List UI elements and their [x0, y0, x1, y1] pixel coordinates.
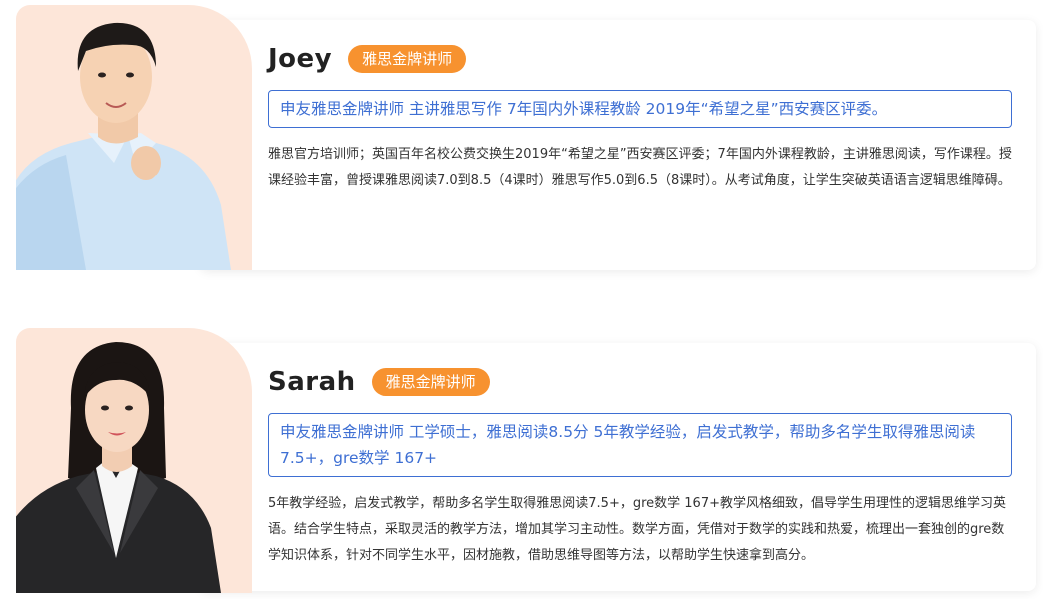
teacher-summary: 申友雅思金牌讲师 主讲雅思写作 7年国内外课程教龄 2019年“希望之星”西安赛…: [268, 90, 1012, 128]
name-row: Sarah 雅思金牌讲师: [268, 367, 490, 397]
teacher-name: Sarah: [268, 367, 356, 397]
title-badge: 雅思金牌讲师: [348, 45, 467, 73]
teacher-card-joey: Joey 雅思金牌讲师 申友雅思金牌讲师 主讲雅思写作 7年国内外课程教龄 20…: [0, 0, 1043, 270]
teacher-bio: 雅思官方培训师；英国百年名校公费交换生2019年“希望之星”西安赛区评委；7年国…: [268, 147, 1012, 188]
teacher-summary: 申友雅思金牌讲师 工学硕士，雅思阅读8.5分 5年教学经验，启发式教学，帮助多名…: [268, 413, 1012, 477]
teacher-photo: [16, 328, 252, 593]
teacher-name: Joey: [268, 44, 333, 74]
teacher-info-box: Sarah 雅思金牌讲师 申友雅思金牌讲师 工学硕士，雅思阅读8.5分 5年教学…: [200, 343, 1036, 591]
teacher-photo: [16, 5, 252, 270]
teacher-portrait-joey: [16, 22, 231, 270]
teacher-portrait-sarah: [16, 342, 221, 593]
teacher-info-box: Joey 雅思金牌讲师 申友雅思金牌讲师 主讲雅思写作 7年国内外课程教龄 20…: [200, 20, 1036, 270]
title-badge: 雅思金牌讲师: [371, 368, 490, 396]
name-row: Joey 雅思金牌讲师: [268, 44, 467, 74]
teacher-card-sarah: Sarah 雅思金牌讲师 申友雅思金牌讲师 工学硕士，雅思阅读8.5分 5年教学…: [0, 323, 1043, 593]
teacher-bio: 5年教学经验，启发式教学，帮助多名学生取得雅思阅读7.5+，gre数学 167+…: [268, 496, 1006, 563]
